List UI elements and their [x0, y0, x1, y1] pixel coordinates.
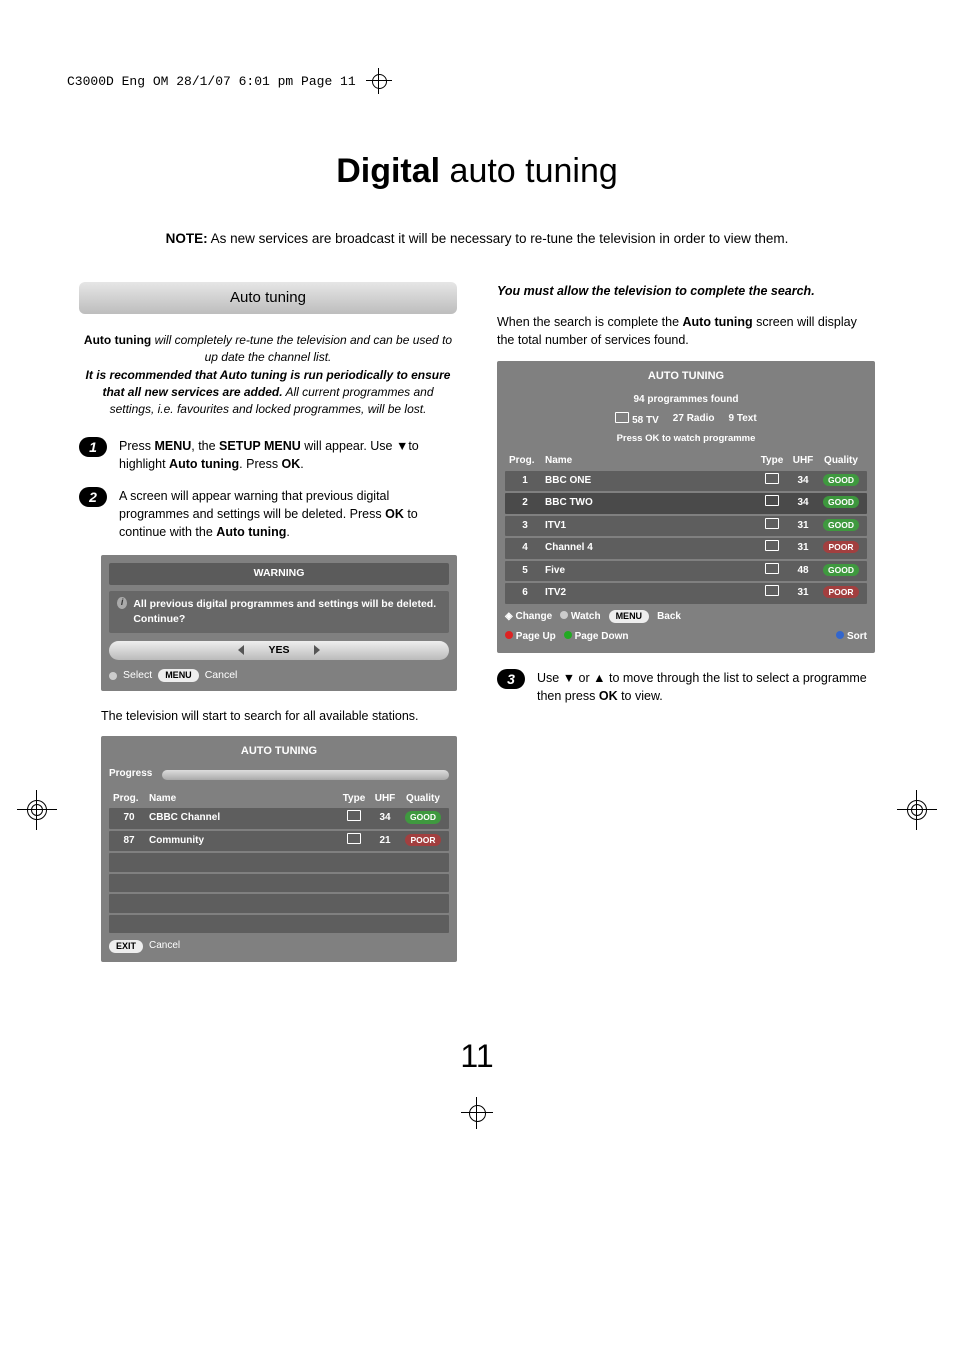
progress-row: Progress: [109, 767, 449, 782]
progress-label: Progress: [109, 767, 152, 782]
result-summary: 58 TV 27 Radio 9 Text: [505, 412, 867, 429]
left-column: Auto tuning Auto tuning will completely …: [79, 282, 457, 978]
scan-osd: AUTO TUNING Progress Prog. Name Type UHF…: [101, 736, 457, 962]
table-row[interactable]: 87Community21POOR: [109, 831, 449, 852]
result-osd: AUTO TUNING 94 programmes found 58 TV 27…: [497, 361, 875, 652]
warning-osd-body: i All previous digital programmes and se…: [109, 591, 449, 633]
table-row: [109, 874, 449, 893]
summary-tv: 58 TV: [615, 412, 658, 429]
note-line: NOTE: As new services are broadcast it w…: [67, 231, 887, 246]
green-dot-icon: [564, 631, 572, 639]
select-label: Select: [123, 668, 152, 683]
step-2-badge: 2: [79, 487, 107, 507]
warning-osd: WARNING i All previous digital programme…: [101, 555, 457, 691]
print-mark-text: C3000D Eng OM 28/1/07 6:01 pm Page 11: [67, 74, 356, 89]
quality-badge: POOR: [405, 834, 440, 846]
scan-osd-title: AUTO TUNING: [109, 744, 449, 760]
result-osd-title: AUTO TUNING: [505, 369, 867, 385]
right-column: You must allow the television to complet…: [497, 282, 875, 978]
warning-yes-button[interactable]: YES: [109, 641, 449, 660]
quality-badge: GOOD: [405, 811, 441, 823]
table-row[interactable]: 6ITV231POOR: [505, 583, 867, 604]
table-row: [109, 915, 449, 934]
page-title: Digital auto tuning: [67, 152, 887, 191]
step-1-badge: 1: [79, 437, 107, 457]
table-row[interactable]: 2BBC TWO34GOOD: [505, 493, 867, 514]
tv-icon: [765, 585, 779, 596]
blue-dot-icon: [836, 631, 844, 639]
table-row: [109, 853, 449, 872]
quality-badge: GOOD: [823, 564, 859, 576]
exit-pill: EXIT: [109, 940, 143, 953]
tv-icon: [347, 833, 361, 844]
tv-icon: [765, 540, 779, 551]
warning-body-text: All previous digital programmes and sett…: [133, 597, 441, 627]
table-row: [109, 894, 449, 913]
result-table-head: Prog. Name Type UHF Quality: [505, 452, 867, 471]
step-3-text: Use ▼ or ▲ to move through the list to s…: [537, 669, 875, 705]
table-row[interactable]: 1BBC ONE34GOOD: [505, 471, 867, 492]
table-row[interactable]: 70CBBC Channel34GOOD: [109, 808, 449, 829]
summary-text: 9 Text: [728, 412, 756, 429]
info-icon: i: [117, 597, 127, 609]
result-footer-1: ◈ Change Watch MENU Back: [505, 610, 867, 625]
section-header: Auto tuning: [79, 282, 457, 314]
quality-badge: GOOD: [823, 519, 859, 531]
tv-icon: [615, 412, 629, 423]
quality-badge: POOR: [823, 541, 858, 553]
title-bold: Digital: [336, 152, 440, 190]
quality-badge: GOOD: [823, 496, 859, 508]
after-warning-text: The television will start to search for …: [101, 707, 457, 725]
menu-pill: MENU: [609, 610, 650, 623]
intro-1b: will completely re-tune the television a…: [151, 333, 452, 364]
crop-mark-left: [17, 790, 57, 830]
tv-icon: [765, 473, 779, 484]
step-3: 3 Use ▼ or ▲ to move through the list to…: [497, 669, 875, 705]
dot-icon: [109, 672, 117, 680]
tv-icon: [765, 518, 779, 529]
step-2: 2 A screen will appear warning that prev…: [79, 487, 457, 541]
step-2-text: A screen will appear warning that previo…: [119, 487, 457, 541]
intro-1a: Auto tuning: [84, 333, 151, 347]
registration-mark-icon: [368, 70, 390, 92]
result-prompt: Press OK to watch programme: [505, 432, 867, 446]
summary-radio: 27 Radio: [673, 412, 715, 429]
red-dot-icon: [505, 631, 513, 639]
table-row[interactable]: 5Five48GOOD: [505, 561, 867, 582]
tv-icon: [765, 563, 779, 574]
warning-footer: Select MENU Cancel: [109, 668, 449, 683]
intro-block: Auto tuning will completely re-tune the …: [79, 332, 457, 419]
crop-mark-right: [897, 790, 937, 830]
step-1-text: Press MENU, the SETUP MENU will appear. …: [119, 437, 457, 473]
note-text: As new services are broadcast it will be…: [208, 231, 789, 246]
step-1: 1 Press MENU, the SETUP MENU will appear…: [79, 437, 457, 473]
tv-icon: [765, 495, 779, 506]
scan-table-head: Prog. Name Type UHF Quality: [109, 790, 449, 809]
right-para: When the search is complete the Auto tun…: [497, 313, 875, 349]
scan-footer: EXIT Cancel: [109, 939, 449, 954]
cancel-label: Cancel: [205, 668, 238, 683]
note-label: NOTE:: [166, 231, 208, 246]
menu-pill: MENU: [158, 669, 199, 682]
page-number: 11: [67, 1038, 887, 1075]
step-3-badge: 3: [497, 669, 525, 689]
crop-mark-bottom: [463, 1099, 491, 1127]
table-row[interactable]: 3ITV131GOOD: [505, 516, 867, 537]
print-mark-header: C3000D Eng OM 28/1/07 6:01 pm Page 11: [67, 70, 887, 92]
tv-icon: [347, 810, 361, 821]
warning-osd-title: WARNING: [109, 563, 449, 584]
quality-badge: POOR: [823, 586, 858, 598]
result-footer-2: Page Up Page Down Sort: [505, 630, 867, 645]
result-found: 94 programmes found: [505, 393, 867, 408]
progress-bar: [162, 770, 449, 780]
table-row[interactable]: 4Channel 431POOR: [505, 538, 867, 559]
title-rest: auto tuning: [440, 152, 618, 190]
scan-cancel-label: Cancel: [149, 939, 180, 954]
dot-icon: [560, 611, 568, 619]
quality-badge: GOOD: [823, 474, 859, 486]
right-intro-bold: You must allow the television to complet…: [497, 284, 815, 298]
